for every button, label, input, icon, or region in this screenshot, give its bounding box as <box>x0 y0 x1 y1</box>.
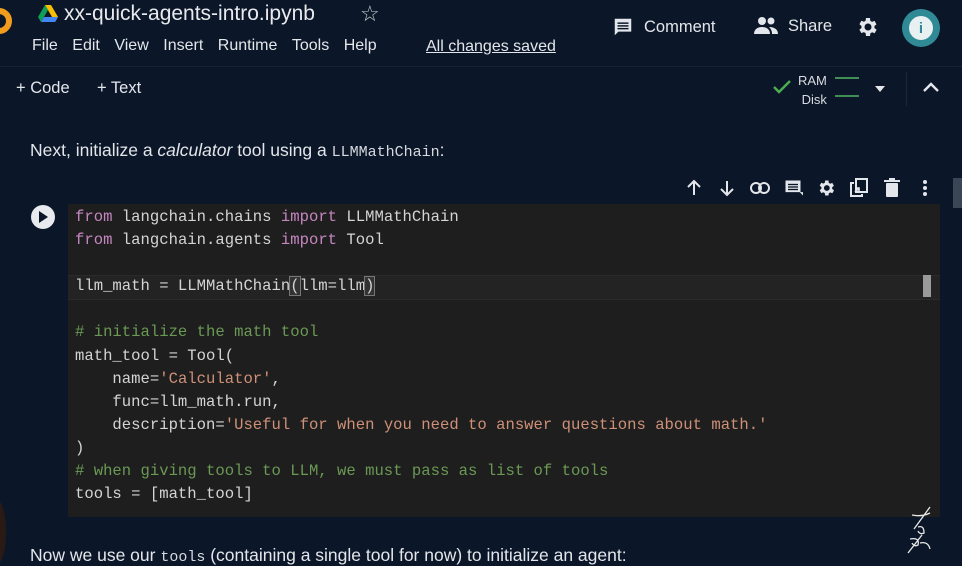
markdown-cell-agent[interactable]: Now we use our tools (containing a singl… <box>30 545 627 566</box>
code-text: Tool <box>337 231 384 250</box>
disk-bar <box>835 95 859 97</box>
code-text: tools = [math_tool] <box>75 485 253 504</box>
md-text: Now we use our <box>30 545 161 565</box>
mirror-cell-icon[interactable] <box>849 178 869 198</box>
code-line: math_tool = Tool( <box>75 345 768 368</box>
arrow-up-icon[interactable] <box>684 178 704 198</box>
avatar[interactable]: i <box>902 9 940 47</box>
ram-bar <box>835 77 859 79</box>
toolbar-divider <box>0 66 962 67</box>
watermark-signature <box>907 506 931 554</box>
code-line: func=llm_math.run, <box>75 391 768 414</box>
more-vert-icon[interactable] <box>915 178 935 198</box>
md-text: : <box>439 140 445 160</box>
code-string: 'Calculator' <box>159 369 272 388</box>
add-text-button[interactable]: + Text <box>97 79 141 98</box>
background-edge <box>0 500 6 564</box>
code-text: math_tool = Tool( <box>75 346 235 365</box>
code-keyword: import <box>280 208 338 226</box>
md-text: (containing a single tool for now) to in… <box>205 545 627 565</box>
menu-tools[interactable]: Tools <box>292 37 329 55</box>
comment-icon[interactable] <box>783 178 803 198</box>
code-line: llm_math = LLMMathChain(llm=llm) <box>75 275 768 298</box>
cell-toolbar <box>684 178 935 198</box>
code-content[interactable]: from langchain.chains import LLMMathChai… <box>75 206 768 506</box>
code-text: ) <box>75 438 85 457</box>
menu-bar: File Edit View Insert Runtime Tools Help <box>32 37 391 55</box>
resource-monitor[interactable]: RAM Disk <box>798 71 827 109</box>
arrow-down-icon[interactable] <box>717 178 737 198</box>
code-text: , <box>271 369 281 388</box>
save-status-link[interactable]: All changes saved <box>426 38 556 56</box>
menu-insert[interactable]: Insert <box>163 37 203 55</box>
collapse-header-icon[interactable] <box>922 80 940 94</box>
code-keyword: import <box>280 231 338 250</box>
gear-icon[interactable] <box>816 178 836 198</box>
menu-help[interactable]: Help <box>344 37 377 55</box>
code-bracket-match: ( <box>289 276 301 297</box>
runtime-dropdown-icon[interactable] <box>875 86 885 92</box>
markdown-cell-intro[interactable]: Next, initialize a calculator tool using… <box>30 140 444 161</box>
star-icon[interactable]: ☆ <box>360 1 380 27</box>
share-icon <box>754 17 778 34</box>
menu-view[interactable]: View <box>114 37 148 55</box>
page-scrollbar[interactable] <box>953 178 962 208</box>
code-text: description= <box>75 415 225 434</box>
trash-icon[interactable] <box>882 178 902 198</box>
comment-label: Comment <box>644 17 716 36</box>
ram-label: RAM <box>798 73 827 88</box>
settings-icon[interactable] <box>855 15 879 39</box>
code-line: tools = [math_tool] <box>75 483 768 506</box>
code-line: from langchain.chains import LLMMathChai… <box>75 206 768 229</box>
comment-button[interactable]: Comment <box>612 16 716 38</box>
md-text: Next, initialize a <box>30 140 158 160</box>
code-text: langchain.chains <box>112 208 281 226</box>
code-text: name= <box>75 369 160 388</box>
md-emphasis: calculator <box>157 140 233 160</box>
code-keyword: from <box>75 231 113 250</box>
code-string: 'Useful for when you need to answer ques… <box>224 415 768 434</box>
code-line: description='Useful for when you need to… <box>75 414 768 437</box>
code-text: llm=llm <box>299 277 366 296</box>
colab-logo[interactable] <box>0 8 12 34</box>
code-comment: # initialize the math tool <box>75 323 319 342</box>
notebook-title[interactable]: xx-quick-agents-intro.ipynb <box>64 2 315 26</box>
code-text: func=llm_math.run, <box>75 392 281 411</box>
avatar-letter: i <box>909 16 933 40</box>
run-cell-button[interactable] <box>31 205 55 229</box>
code-text: langchain.agents <box>112 231 281 250</box>
md-text: tool using a <box>232 140 332 160</box>
comment-icon <box>614 18 632 36</box>
code-line: ) <box>75 437 768 460</box>
link-icon[interactable] <box>750 178 770 198</box>
share-label: Share <box>788 16 833 35</box>
disk-label: Disk <box>801 92 827 107</box>
md-inline-code: tools <box>160 549 206 566</box>
menu-edit[interactable]: Edit <box>72 37 100 55</box>
connected-check-icon <box>773 80 791 94</box>
menu-runtime[interactable]: Runtime <box>218 37 278 55</box>
code-text: llm_math = LLMMathChain <box>75 277 291 296</box>
code-line: # when giving tools to LLM, we must pass… <box>75 460 768 483</box>
code-text: LLMMathChain <box>337 208 459 226</box>
cell-scrollbar[interactable] <box>923 275 931 297</box>
drive-icon <box>38 5 58 22</box>
code-line: from langchain.agents import Tool <box>75 229 768 252</box>
code-line: name='Calculator', <box>75 368 768 391</box>
md-inline-code: LLMMathChain <box>331 144 440 161</box>
code-keyword: from <box>75 208 113 226</box>
play-icon <box>39 211 48 223</box>
code-comment: # when giving tools to LLM, we must pass… <box>75 462 609 481</box>
menu-file[interactable]: File <box>32 37 58 55</box>
toolbar-separator <box>906 72 907 106</box>
add-code-button[interactable]: + Code <box>16 79 70 98</box>
code-bracket-match: ) <box>364 276 376 297</box>
code-line: # initialize the math tool <box>75 321 768 344</box>
resource-bars <box>835 77 859 113</box>
share-button[interactable]: Share <box>754 16 832 36</box>
